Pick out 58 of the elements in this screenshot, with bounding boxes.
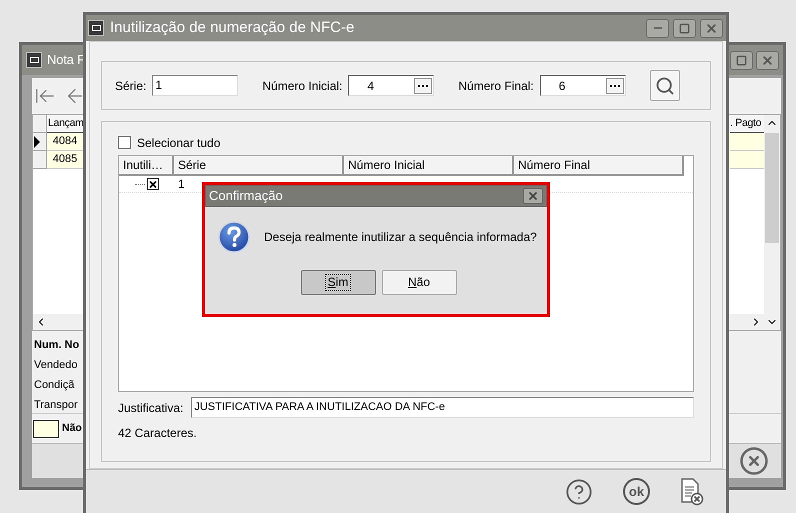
- column-header[interactable]: Série: [174, 156, 344, 176]
- column-header[interactable]: Número Inicial: [344, 156, 514, 176]
- close-button[interactable]: [700, 18, 723, 38]
- field-label: Transpor: [34, 399, 78, 412]
- close-icon[interactable]: [739, 446, 769, 476]
- check-mark-icon: [148, 178, 158, 190]
- column-header[interactable]: Lançam: [47, 115, 83, 133]
- field-label: Número Inicial:: [262, 78, 342, 94]
- search-button[interactable]: [650, 70, 680, 101]
- app-icon: [26, 52, 42, 68]
- justification-field[interactable]: JUSTIFICATIVA PARA A INUTILIZACAO DA NFC-e: [191, 397, 694, 418]
- field-label: Num. No: [34, 339, 80, 352]
- close-icon: [705, 22, 718, 34]
- dialog-button[interactable]: Não: [382, 270, 456, 295]
- maximize-icon: [736, 54, 747, 66]
- series-field[interactable]: 1: [152, 75, 238, 96]
- help-icon[interactable]: [565, 478, 593, 506]
- character-count: 42 Caracteres.: [118, 425, 198, 442]
- search-icon: [655, 76, 675, 96]
- maximize-button[interactable]: [730, 50, 753, 70]
- scrollbar-thumb[interactable]: [765, 133, 779, 243]
- close-button[interactable]: [756, 50, 779, 70]
- select-all-checkbox[interactable]: [118, 136, 131, 149]
- dialog-message: Deseja realmente inutilizar a sequência informada?: [264, 229, 537, 246]
- dialog-title: Confirmação: [209, 187, 283, 206]
- checkbox-label: Selecionar tudo: [137, 134, 220, 152]
- legend-label: Não: [62, 420, 82, 436]
- column-header[interactable]: Inutili…: [119, 156, 174, 176]
- table-cell: 4084: [47, 133, 83, 151]
- close-icon: [527, 190, 539, 202]
- ok-button[interactable]: ok: [623, 478, 650, 505]
- field-label: Série:: [115, 78, 146, 94]
- lookup-button[interactable]: [606, 78, 624, 94]
- row-checkbox[interactable]: [146, 178, 158, 190]
- dialog-button[interactable]: Sim: [300, 270, 376, 295]
- field-label: Justificativa:: [118, 400, 184, 416]
- document-cancel-icon[interactable]: [680, 478, 704, 506]
- row-header[interactable]: [33, 133, 47, 151]
- field-label: Vendedo: [34, 359, 78, 372]
- table-cell: [730, 151, 764, 169]
- column-header[interactable]: . Pagto: [730, 115, 764, 133]
- app-icon: [88, 20, 104, 36]
- field-label: Número Final:: [458, 78, 534, 94]
- window-title: Inutilização de numeração de NFC-e: [110, 18, 354, 38]
- lookup-button[interactable]: [414, 78, 432, 94]
- close-button[interactable]: [523, 188, 543, 204]
- number-field[interactable]: 6: [540, 75, 626, 96]
- maximize-button[interactable]: [673, 18, 696, 38]
- question-icon: [218, 221, 250, 253]
- field-label: Condiçã: [34, 379, 74, 392]
- table-cell: [730, 133, 764, 151]
- column-header[interactable]: Número Final: [514, 156, 684, 176]
- table-cell: 4085: [47, 151, 83, 169]
- table-cell-text: 1: [177, 176, 186, 192]
- row-pointer-icon: [33, 136, 41, 148]
- number-field[interactable]: 4: [348, 75, 434, 96]
- close-icon: [761, 54, 774, 66]
- maximize-icon: [679, 22, 690, 34]
